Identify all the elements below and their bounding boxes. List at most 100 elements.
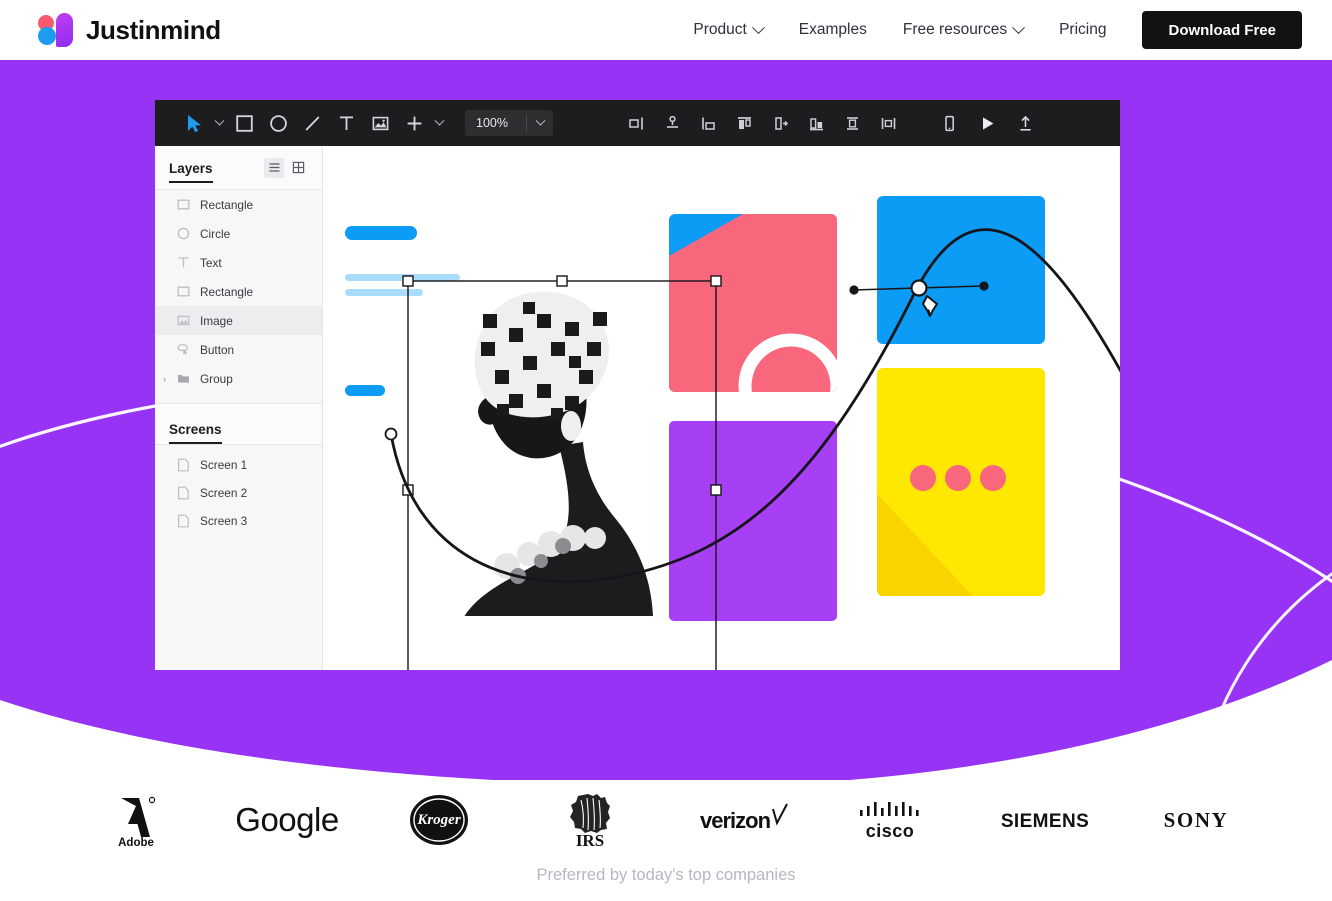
bezier-handle-left [849, 285, 859, 295]
list-view-icon[interactable] [264, 157, 284, 178]
screen-item-2[interactable]: Screen 2 [155, 479, 322, 507]
logos-tagline: Preferred by today's top companies [536, 866, 796, 884]
circle-tool-button[interactable] [261, 106, 295, 140]
siemens-logo: SIEMENS [1001, 811, 1089, 832]
toolbar-align-group [619, 106, 905, 140]
prototype-app-window: 100% Layers Rectangle Circle Text Rectan… [155, 100, 1120, 670]
chevron-right-icon[interactable]: › [163, 374, 166, 384]
logo-row: Adobe Google Kroger IRS verizon cisco SI… [0, 780, 1332, 860]
google-logo: Google [236, 801, 340, 838]
layer-label: Button [200, 342, 235, 357]
document-icon [178, 514, 189, 528]
align-left-button[interactable] [619, 106, 653, 140]
svg-text:cisco: cisco [866, 821, 915, 841]
share-upload-button[interactable] [1008, 106, 1042, 140]
rectangle-tool-button[interactable] [227, 106, 261, 140]
shape-pink-rectangle [669, 214, 837, 392]
zoom-dropdown-button[interactable] [527, 115, 553, 127]
chevron-down-icon [434, 115, 444, 126]
cisco-logo: cisco [860, 802, 919, 841]
logo-blue-dot [38, 27, 56, 45]
align-middle-vertical-button[interactable] [835, 106, 869, 140]
zoom-control[interactable]: 100% [465, 110, 553, 136]
screen-item-3[interactable]: Screen 3 [155, 507, 322, 535]
layer-item-button[interactable]: Button [155, 335, 322, 364]
grid-view-icon[interactable] [288, 158, 308, 178]
logo-verizon: verizon [666, 785, 818, 855]
cursor-tool-dropdown[interactable] [211, 106, 227, 140]
design-canvas[interactable] [323, 146, 1120, 670]
layer-label: Text [200, 255, 222, 270]
logo-cisco: cisco [818, 785, 970, 855]
document-icon [178, 486, 189, 500]
svg-text:SIEMENS: SIEMENS [1001, 811, 1089, 832]
text-tool-button[interactable] [329, 106, 363, 140]
canvas-artwork [345, 196, 1120, 670]
text-icon [178, 257, 189, 268]
nav-item-pricing[interactable]: Pricing [1041, 21, 1124, 39]
device-phone-button[interactable] [932, 106, 966, 140]
cursor-tool-button[interactable] [177, 106, 211, 140]
hero-section: 100% Layers Rectangle Circle Text Rectan… [0, 60, 1332, 780]
layer-item-rectangle-2[interactable]: Rectangle [155, 277, 322, 306]
yellow-dot-1 [910, 465, 936, 491]
layer-label: Image [200, 313, 233, 328]
button-icon [177, 344, 188, 355]
svg-text:SONY: SONY [1164, 808, 1229, 832]
document-icon [178, 458, 189, 472]
nav-item-free-resources-label: Free resources [902, 21, 1008, 38]
layer-item-circle[interactable]: Circle [155, 219, 322, 248]
layers-panel-title: Layers [169, 161, 213, 183]
layer-item-image[interactable]: Image [155, 306, 322, 335]
layers-panel-header: Layers [155, 146, 322, 190]
add-tool-button[interactable] [397, 106, 431, 140]
logo-irs: IRS [515, 785, 667, 855]
nav-item-product[interactable]: Product [675, 20, 780, 39]
screens-list: Screen 1 Screen 2 Screen 3 [155, 451, 322, 535]
nav-item-examples-label: Examples [798, 21, 867, 38]
adobe-logo: Adobe [118, 796, 155, 847]
align-center-horizontal-button[interactable] [655, 106, 689, 140]
brand-logo[interactable]: Justinmind [38, 12, 221, 48]
rectangle-icon [177, 286, 190, 297]
kroger-logo: Kroger [409, 795, 468, 845]
irs-logo: IRS [570, 794, 611, 848]
layer-item-text[interactable]: Text [155, 248, 322, 277]
play-preview-button[interactable] [970, 106, 1004, 140]
circle-icon [177, 227, 190, 240]
align-right-button[interactable] [691, 106, 725, 140]
image-tool-button[interactable] [363, 106, 397, 140]
nav-item-examples[interactable]: Examples [781, 21, 885, 39]
shape-purple-rectangle [669, 421, 837, 621]
logo-kroger: Kroger [363, 785, 515, 855]
svg-text:verizon: verizon [700, 808, 771, 833]
distribute-horizontal-button[interactable] [763, 106, 797, 140]
distribute-vertical-button[interactable] [871, 106, 905, 140]
line-tool-button[interactable] [295, 106, 329, 140]
app-window-content: 100% Layers Rectangle Circle Text Rectan… [155, 100, 1120, 670]
svg-text:Google: Google [236, 801, 339, 838]
yellow-dot-2 [945, 465, 971, 491]
screen-label: Screen 2 [200, 486, 248, 500]
verizon-logo: verizon [700, 803, 788, 833]
align-bottom-button[interactable] [799, 106, 833, 140]
logo-sony: SONY [1121, 785, 1273, 855]
screen-item-1[interactable]: Screen 1 [155, 451, 322, 479]
add-tool-dropdown[interactable] [431, 106, 447, 140]
align-top-button[interactable] [727, 106, 761, 140]
zoom-value: 100% [476, 116, 508, 130]
layer-item-rectangle-1[interactable]: Rectangle [155, 190, 322, 219]
placeholder-bar-blue-2 [345, 385, 385, 396]
screen-label: Screen 3 [200, 514, 248, 528]
toolbar-actions-group [932, 106, 1120, 140]
nav-item-free-resources[interactable]: Free resources [885, 20, 1041, 39]
download-free-button[interactable]: Download Free [1142, 11, 1302, 49]
bezier-endpoint-left [384, 427, 398, 441]
placeholder-bar-light-2 [345, 289, 423, 296]
layer-label: Rectangle [200, 197, 254, 212]
brand-name: Justinmind [86, 14, 221, 45]
layer-item-group[interactable]: › Group [155, 364, 322, 393]
shape-blue-rectangle [877, 196, 1045, 344]
layers-list: Rectangle Circle Text Rectangle Image Bu… [155, 190, 322, 393]
nav-item-pricing-label: Pricing [1059, 21, 1107, 38]
